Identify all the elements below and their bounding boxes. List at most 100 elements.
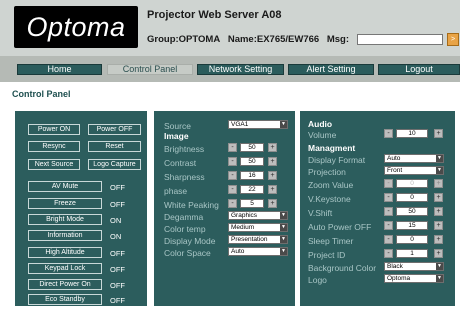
color-space-label: Color Space [164, 248, 211, 258]
sleep-timer-value[interactable]: 0 [396, 235, 428, 244]
resync-button[interactable]: Resync [28, 141, 80, 152]
freeze-button[interactable]: Freeze [28, 198, 102, 209]
background-color-select[interactable]: Black ▼ [384, 262, 444, 271]
contrast-decrease-button[interactable]: - [228, 157, 237, 166]
degamma-value: Graphics [231, 212, 258, 219]
auto-power-off-value[interactable]: 15 [396, 221, 428, 230]
eco-standby-button[interactable]: Eco Standby [28, 294, 102, 305]
zoom-increase-button[interactable]: + [434, 179, 443, 188]
av-mute-state: OFF [110, 183, 125, 192]
information-state: ON [110, 232, 122, 241]
brightness-decrease-button[interactable]: - [228, 143, 237, 152]
audio-section-heading: Audio [308, 119, 333, 129]
v-shift-increase-button[interactable]: + [434, 207, 443, 216]
contrast-label: Contrast [164, 158, 197, 168]
group-info: Group:OPTOMA Name:EX765/EW766 Msg: [147, 34, 354, 45]
volume-increase-button[interactable]: + [434, 129, 443, 138]
power-off-button[interactable]: Power OFF [88, 124, 141, 135]
bright-mode-button[interactable]: Bright Mode [28, 214, 102, 225]
display-format-select[interactable]: Auto ▼ [384, 154, 444, 163]
project-id-label: Project ID [308, 250, 346, 260]
background-color-value: Black [387, 263, 403, 270]
v-shift-label: V.Shift [308, 208, 333, 218]
tab-logout[interactable]: Logout [378, 64, 460, 75]
project-id-value[interactable]: 1 [396, 249, 428, 258]
projection-select[interactable]: Front ▼ [384, 166, 444, 175]
color-space-select[interactable]: Auto ▼ [228, 247, 288, 256]
color-temp-select[interactable]: Medium ▼ [228, 223, 288, 232]
brightness-increase-button[interactable]: + [268, 143, 277, 152]
color-space-value: Auto [231, 248, 245, 255]
color-temp-value: Medium [231, 224, 255, 231]
v-keystone-label: V.Keystone [308, 194, 351, 204]
chevron-down-icon: ▼ [436, 263, 443, 270]
contrast-increase-button[interactable]: + [268, 157, 277, 166]
logo-capture-button[interactable]: Logo Capture [88, 159, 141, 170]
next-source-button[interactable]: Next Source [28, 159, 80, 170]
volume-label: Volume [308, 130, 337, 140]
high-altitude-state: OFF [110, 249, 125, 258]
sharpness-decrease-button[interactable]: - [228, 171, 237, 180]
project-id-increase-button[interactable]: + [434, 249, 443, 258]
phase-increase-button[interactable]: + [268, 185, 277, 194]
optoma-logo: Optoma [14, 6, 138, 48]
tab-alert-setting[interactable]: Alert Setting [288, 64, 374, 75]
direct-power-on-button[interactable]: Direct Power On [28, 279, 102, 290]
zoom-value[interactable]: 0 [396, 179, 428, 188]
group-label: Group:OPTOMA [147, 34, 221, 45]
sleep-timer-increase-button[interactable]: + [434, 235, 443, 244]
logo-label: Logo [308, 275, 327, 285]
phase-decrease-button[interactable]: - [228, 185, 237, 194]
brightness-label: Brightness [164, 144, 205, 154]
auto-power-off-decrease-button[interactable]: - [384, 221, 393, 230]
tab-home[interactable]: Home [17, 64, 102, 75]
tab-control-panel[interactable]: Control Panel [107, 64, 193, 75]
sharpness-label: Sharpness [164, 172, 205, 182]
white-peaking-label: White Peaking [164, 200, 219, 210]
white-peaking-decrease-button[interactable]: - [228, 199, 237, 208]
sharpness-value[interactable]: 16 [240, 171, 264, 180]
v-keystone-decrease-button[interactable]: - [384, 193, 393, 202]
power-on-button[interactable]: Power ON [28, 124, 80, 135]
chevron-down-icon: ▼ [280, 224, 287, 231]
information-button[interactable]: Information [28, 230, 102, 241]
background-color-label: Background Color [308, 263, 377, 273]
msg-input[interactable] [357, 34, 443, 45]
chevron-down-icon: ▼ [436, 275, 443, 282]
sharpness-increase-button[interactable]: + [268, 171, 277, 180]
phase-label: phase [164, 186, 188, 196]
white-peaking-increase-button[interactable]: + [268, 199, 277, 208]
keypad-lock-button[interactable]: Keypad Lock [28, 263, 102, 274]
v-shift-value[interactable]: 50 [396, 207, 428, 216]
source-select[interactable]: VGA1 ▼ [228, 120, 288, 129]
brightness-value[interactable]: 50 [240, 143, 264, 152]
auto-power-off-increase-button[interactable]: + [434, 221, 443, 230]
color-temp-label: Color temp [164, 224, 206, 234]
logo-select[interactable]: Optoma ▼ [384, 274, 444, 283]
reset-button[interactable]: Reset [88, 141, 141, 152]
tab-network-setting[interactable]: Network Setting [197, 64, 284, 75]
contrast-value[interactable]: 50 [240, 157, 264, 166]
white-peaking-value[interactable]: 5 [240, 199, 264, 208]
freeze-state: OFF [110, 200, 125, 209]
phase-value[interactable]: 22 [240, 185, 264, 194]
high-altitude-button[interactable]: High Altitude [28, 247, 102, 258]
zoom-decrease-button[interactable]: - [384, 179, 393, 188]
control-panel-heading: Control Panel [12, 89, 71, 99]
sleep-timer-decrease-button[interactable]: - [384, 235, 393, 244]
projection-value: Front [387, 167, 403, 174]
display-mode-select[interactable]: Presentation ▼ [228, 235, 288, 244]
management-section-heading: Managment [308, 143, 356, 153]
msg-label: Msg: [326, 34, 349, 45]
v-keystone-value[interactable]: 0 [396, 193, 428, 202]
v-shift-decrease-button[interactable]: - [384, 207, 393, 216]
image-settings-panel: Source VGA1 ▼ Image Brightness - 50 + Co… [154, 111, 295, 306]
msg-send-button[interactable]: > [447, 33, 459, 46]
chevron-down-icon: ▼ [436, 167, 443, 174]
degamma-select[interactable]: Graphics ▼ [228, 211, 288, 220]
v-keystone-increase-button[interactable]: + [434, 193, 443, 202]
av-mute-button[interactable]: AV Mute [28, 181, 102, 192]
volume-decrease-button[interactable]: - [384, 129, 393, 138]
volume-value[interactable]: 10 [396, 129, 428, 138]
project-id-decrease-button[interactable]: - [384, 249, 393, 258]
